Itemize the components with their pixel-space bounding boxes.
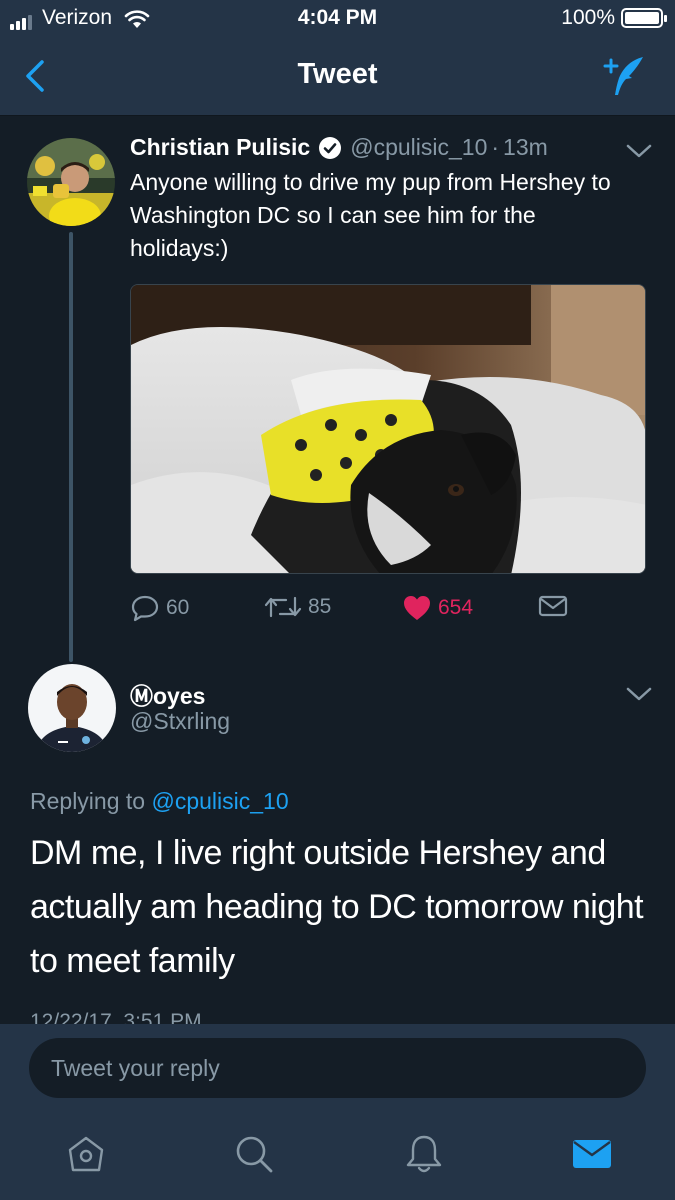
reply-author-name[interactable]: Ⓜoyes xyxy=(130,677,205,711)
reply-options-chevron-icon[interactable] xyxy=(626,686,652,702)
replying-to-mention[interactable]: @cpulisic_10 xyxy=(151,788,288,814)
dog-photo-illustration xyxy=(131,285,645,573)
dm-share-action[interactable] xyxy=(538,594,568,618)
author-handle[interactable]: @cpulisic_10 xyxy=(350,134,487,161)
tweet-text: Anyone willing to drive my pup from Hers… xyxy=(130,169,611,261)
page-title: Tweet xyxy=(297,58,378,90)
retweet-action[interactable]: 85 xyxy=(264,594,331,620)
home-icon[interactable] xyxy=(64,1132,108,1176)
compose-tweet-icon[interactable] xyxy=(601,54,649,98)
nav-bar: Tweet xyxy=(0,38,675,116)
status-bar: Verizon 4:04 PM 100% xyxy=(0,0,675,38)
thread-connector xyxy=(69,232,73,662)
tab-bar xyxy=(0,1112,675,1200)
battery-percent: 100% xyxy=(561,6,615,29)
messages-icon[interactable] xyxy=(570,1132,614,1176)
tweet-header: Christian Pulisic @cpulisic_10 · 13m xyxy=(130,134,548,161)
reply-count: 60 xyxy=(166,596,190,619)
reply-text: DM me, I live right outside Hershey and … xyxy=(30,834,644,980)
like-count: 654 xyxy=(438,596,474,619)
reply-author-avatar[interactable] xyxy=(28,664,116,752)
reply-action[interactable]: 60 xyxy=(130,594,189,622)
tweet-options-chevron-icon[interactable] xyxy=(626,143,652,159)
notifications-icon[interactable] xyxy=(402,1132,446,1176)
envelope-icon xyxy=(538,595,568,617)
retweet-count: 85 xyxy=(308,595,332,618)
heart-icon xyxy=(404,596,430,620)
reply-author-handle[interactable]: @Stxrling xyxy=(130,708,230,735)
tweet-age: 13m xyxy=(503,134,548,160)
replying-to-line: Replying to @cpulisic_10 xyxy=(30,788,289,815)
reply-input[interactable] xyxy=(29,1038,646,1098)
author-name[interactable]: Christian Pulisic xyxy=(130,134,310,161)
tweet-actions: 60 85 654 xyxy=(130,594,650,624)
reply-icon xyxy=(131,595,159,622)
retweet-icon xyxy=(264,596,302,618)
like-action[interactable]: 654 xyxy=(402,594,473,622)
reply-composer xyxy=(0,1024,675,1112)
meta-separator: · xyxy=(491,134,500,160)
replying-prefix: Replying to xyxy=(30,788,146,814)
verified-badge-icon xyxy=(319,136,342,159)
tweet-photo[interactable] xyxy=(130,284,646,574)
author-avatar[interactable] xyxy=(27,138,115,226)
search-icon[interactable] xyxy=(232,1132,276,1176)
battery-icon xyxy=(621,8,667,28)
battery-status: 100% xyxy=(561,6,667,30)
